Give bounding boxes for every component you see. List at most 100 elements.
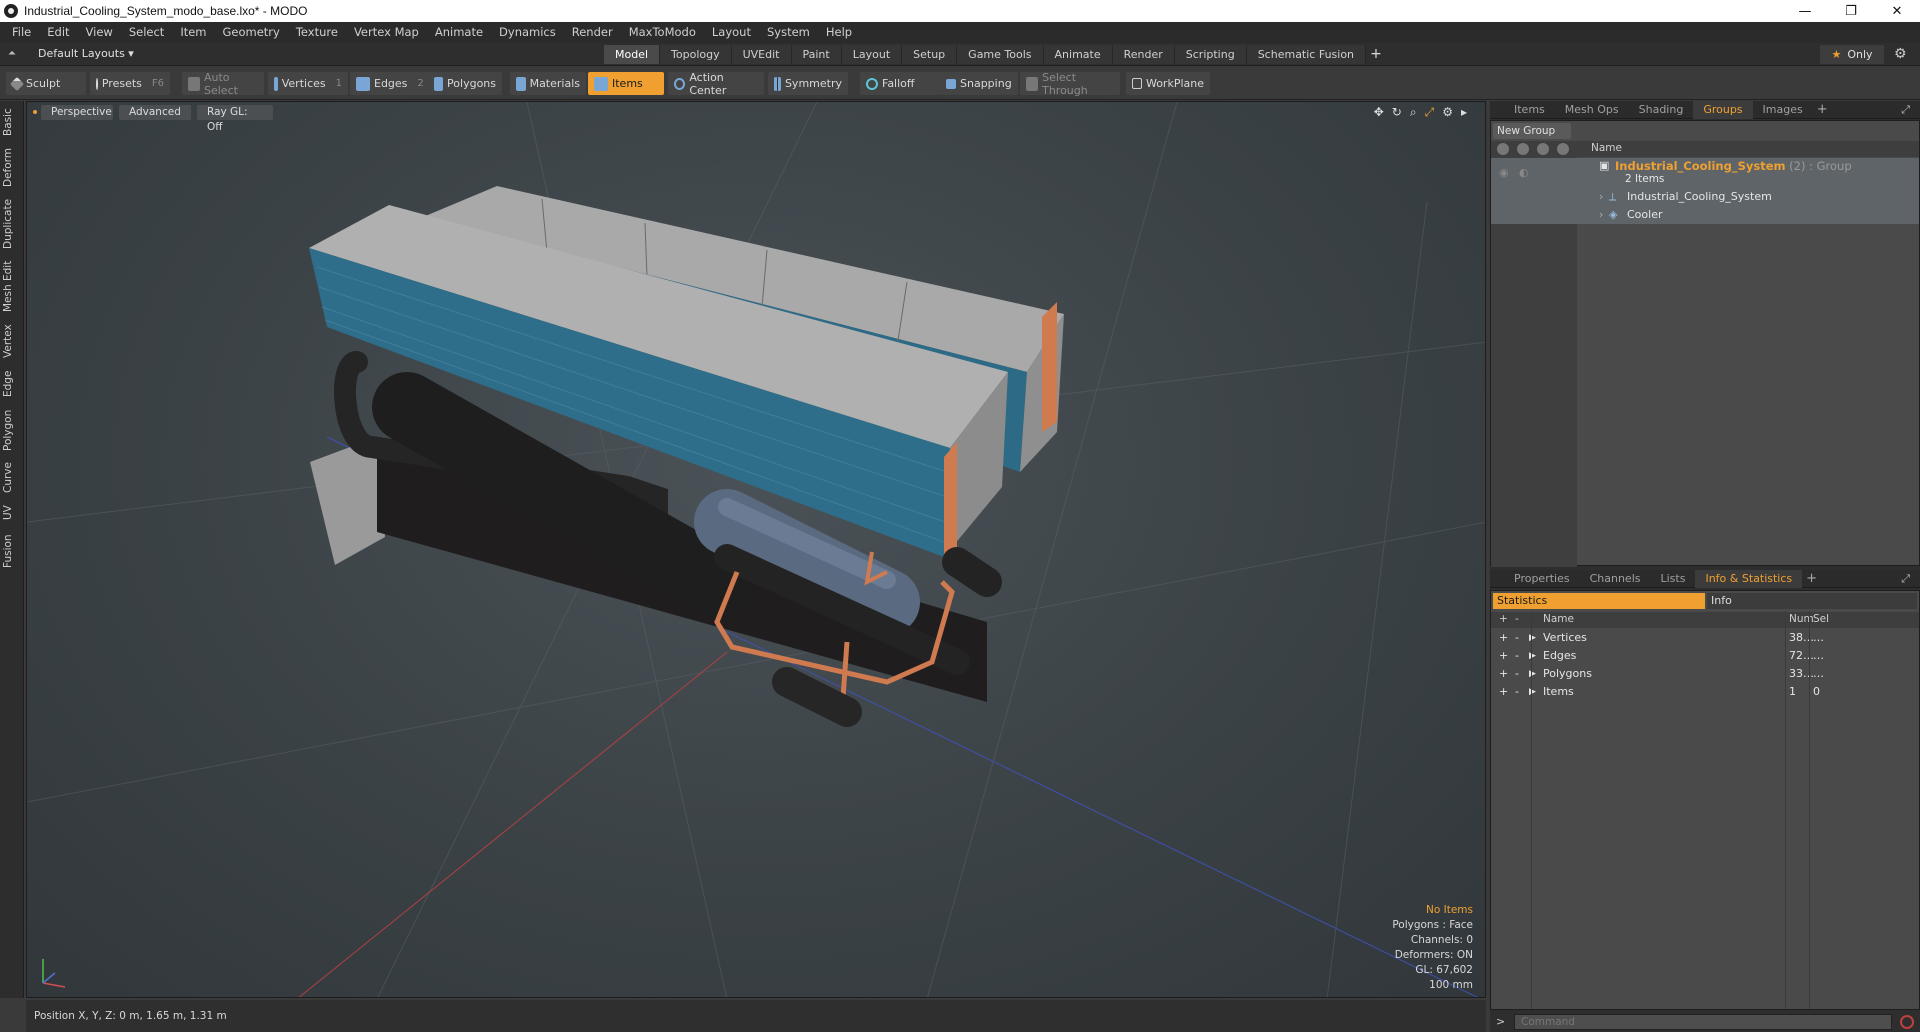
menu-file[interactable]: File bbox=[4, 22, 39, 43]
expand-arrow-icon[interactable]: › bbox=[1599, 208, 1603, 221]
vtab-curve[interactable]: Curve bbox=[2, 459, 22, 497]
remove-icon[interactable]: - bbox=[1515, 667, 1519, 680]
menu-item[interactable]: Item bbox=[172, 22, 214, 43]
vertices-button[interactable]: Vertices 1 bbox=[268, 72, 348, 95]
stat-row[interactable]: + - ▶ Edges 72… … bbox=[1491, 647, 1919, 665]
advanced-button[interactable]: Advanced bbox=[119, 105, 191, 120]
vtab-polygon[interactable]: Polygon bbox=[2, 405, 22, 455]
edges-button[interactable]: Edges 2 bbox=[350, 72, 430, 95]
menu-select[interactable]: Select bbox=[121, 22, 172, 43]
menu-texture[interactable]: Texture bbox=[288, 22, 346, 43]
action-center-button[interactable]: Action Center bbox=[668, 71, 764, 97]
snapping-button[interactable]: Snapping bbox=[940, 72, 1018, 95]
vtab-mesh-edit[interactable]: Mesh Edit bbox=[2, 257, 22, 315]
visibility-col-icon[interactable] bbox=[1497, 143, 1509, 155]
select-through-button[interactable]: Select Through bbox=[1020, 71, 1120, 97]
vtab-edge[interactable]: Edge bbox=[2, 367, 22, 401]
vtab-fusion[interactable]: Fusion bbox=[2, 529, 22, 573]
menu-layout[interactable]: Layout bbox=[704, 22, 759, 43]
group-child-row[interactable]: › ⟂ Industrial_Cooling_System bbox=[1491, 188, 1919, 206]
vtab-basic[interactable]: Basic bbox=[2, 105, 22, 139]
add-icon[interactable]: + bbox=[1499, 649, 1508, 662]
expand-panel-icon[interactable]: ⤢ bbox=[1901, 572, 1910, 586]
render-col-icon[interactable] bbox=[1517, 143, 1529, 155]
menu-view[interactable]: View bbox=[78, 22, 121, 43]
render-icon[interactable]: ◐ bbox=[1519, 166, 1529, 179]
tab-info-statistics[interactable]: Info & Statistics bbox=[1695, 569, 1803, 588]
stat-row[interactable]: + - ▶ Items 1 0 bbox=[1491, 683, 1919, 701]
remove-icon[interactable]: - bbox=[1515, 685, 1519, 698]
menu-geometry[interactable]: Geometry bbox=[215, 22, 288, 43]
tab-mesh-ops[interactable]: Mesh Ops bbox=[1555, 101, 1629, 119]
3d-viewport[interactable]: Perspective Advanced Ray GL: Off ✥ ↻ ⌕ ⤢… bbox=[26, 101, 1486, 998]
maximize-button[interactable]: ❐ bbox=[1828, 0, 1874, 22]
only-button[interactable]: ★ Only bbox=[1820, 45, 1884, 64]
layout-toggle-icon[interactable]: ⏶ bbox=[8, 48, 20, 60]
scene-render[interactable] bbox=[27, 102, 1486, 998]
eye-icon[interactable]: ◉ bbox=[1499, 166, 1509, 179]
rotate-view-icon[interactable]: ↻ bbox=[1392, 105, 1402, 120]
polygons-button[interactable]: Polygons bbox=[428, 72, 502, 95]
presets-button[interactable]: Presets F6 bbox=[90, 72, 170, 95]
tab-images[interactable]: Images bbox=[1753, 101, 1813, 119]
tab-lists[interactable]: Lists bbox=[1651, 570, 1696, 588]
move-view-icon[interactable]: ✥ bbox=[1374, 105, 1384, 120]
tab-schematic-fusion[interactable]: Schematic Fusion bbox=[1246, 45, 1367, 64]
menu-edit[interactable]: Edit bbox=[39, 22, 77, 43]
group-child-row[interactable]: › ◈ Cooler bbox=[1491, 206, 1919, 224]
remove-icon[interactable]: - bbox=[1515, 631, 1519, 644]
expand-arrow-icon[interactable]: › bbox=[1599, 190, 1603, 203]
add-tab-button[interactable]: + bbox=[1366, 45, 1386, 64]
tab-model[interactable]: Model bbox=[604, 45, 661, 64]
layout-selector[interactable]: Default Layouts ▾ bbox=[38, 47, 134, 60]
viewport-menu-icon[interactable]: ▸ bbox=[1461, 105, 1467, 120]
stat-row[interactable]: + - ▶ Vertices 38… … bbox=[1491, 629, 1919, 647]
vtab-vertex[interactable]: Vertex bbox=[2, 319, 22, 363]
vtab-deform[interactable]: Deform bbox=[2, 145, 22, 189]
viewport-settings-icon[interactable]: ⚙ bbox=[1442, 105, 1453, 120]
add-panel-tab-button[interactable]: + bbox=[1813, 102, 1832, 117]
add-icon[interactable]: + bbox=[1499, 667, 1508, 680]
tab-render[interactable]: Render bbox=[1112, 45, 1175, 64]
add-icon[interactable]: + bbox=[1499, 685, 1508, 698]
close-button[interactable]: ✕ bbox=[1874, 0, 1920, 22]
tab-shading[interactable]: Shading bbox=[1629, 101, 1694, 119]
tab-items[interactable]: Items bbox=[1504, 101, 1555, 119]
raygl-button[interactable]: Ray GL: Off bbox=[197, 105, 273, 133]
lock-col-icon[interactable] bbox=[1537, 143, 1549, 155]
tab-animate[interactable]: Animate bbox=[1043, 45, 1113, 64]
symmetry-button[interactable]: Symmetry bbox=[768, 72, 848, 95]
tab-scripting[interactable]: Scripting bbox=[1174, 45, 1247, 64]
sculpt-button[interactable]: Sculpt bbox=[6, 72, 86, 95]
command-input[interactable] bbox=[1514, 1014, 1892, 1030]
perspective-button[interactable]: Perspective bbox=[41, 105, 113, 120]
menu-help[interactable]: Help bbox=[818, 22, 860, 43]
tab-channels[interactable]: Channels bbox=[1580, 570, 1651, 588]
vtab-duplicate[interactable]: Duplicate bbox=[2, 195, 22, 253]
menu-system[interactable]: System bbox=[759, 22, 818, 43]
tab-topology[interactable]: Topology bbox=[660, 45, 732, 64]
tab-layout[interactable]: Layout bbox=[841, 45, 903, 64]
stat-row[interactable]: + - ▶ Polygons 33… … bbox=[1491, 665, 1919, 683]
workplane-button[interactable]: WorkPlane bbox=[1126, 72, 1210, 95]
statistics-tab[interactable]: Statistics bbox=[1493, 593, 1705, 609]
tab-properties[interactable]: Properties bbox=[1504, 570, 1580, 588]
add-icon[interactable]: + bbox=[1499, 631, 1508, 644]
vtab-uv[interactable]: UV bbox=[2, 501, 22, 525]
auto-select-button[interactable]: Auto Select bbox=[182, 71, 264, 97]
zoom-view-icon[interactable]: ⌕ bbox=[1410, 105, 1417, 120]
add-panel-tab-button[interactable]: + bbox=[1802, 571, 1821, 586]
minimize-button[interactable]: — bbox=[1782, 0, 1828, 22]
group-row[interactable]: ◉ ◐ ▣ Industrial_Cooling_System (2) : Gr… bbox=[1491, 158, 1919, 188]
expand-panel-icon[interactable]: ⤢ bbox=[1901, 103, 1910, 117]
tab-groups[interactable]: Groups bbox=[1693, 100, 1753, 119]
tab-game-tools[interactable]: Game Tools bbox=[957, 45, 1044, 64]
gear-icon[interactable]: ⚙ bbox=[1894, 46, 1907, 62]
fit-view-icon[interactable]: ⤢ bbox=[1425, 105, 1435, 120]
new-group-button[interactable]: New Group bbox=[1493, 123, 1571, 139]
record-macro-icon[interactable] bbox=[1900, 1015, 1914, 1029]
menu-maxtomodo[interactable]: MaxToModo bbox=[621, 22, 704, 43]
info-tab[interactable]: Info bbox=[1707, 593, 1917, 609]
materials-button[interactable]: Materials bbox=[510, 72, 586, 95]
tab-paint[interactable]: Paint bbox=[791, 45, 842, 64]
